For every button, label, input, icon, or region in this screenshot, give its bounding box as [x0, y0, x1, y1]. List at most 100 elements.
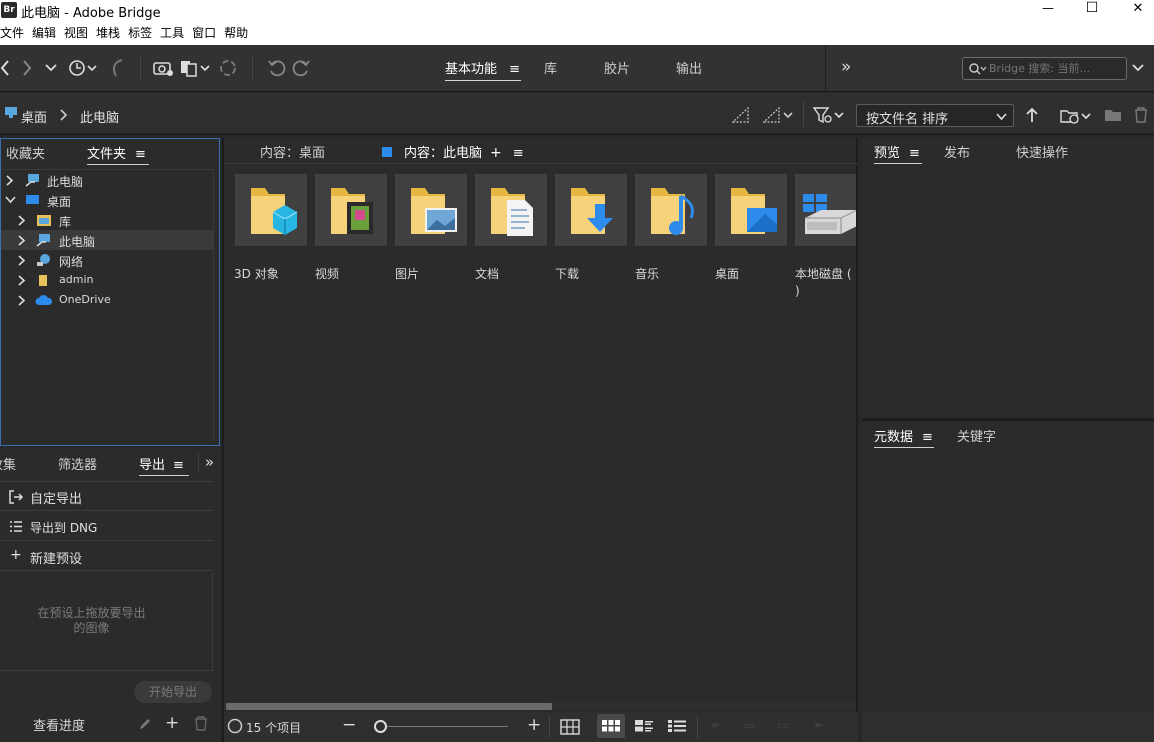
thumbnail-desktop[interactable]: [715, 174, 787, 246]
tree-item-this-pc-selected[interactable]: 此电脑: [1, 230, 214, 250]
tab-filter[interactable]: 筛选器: [58, 454, 97, 473]
export-item-dng[interactable]: 导出到 DNG: [0, 512, 213, 541]
chevron-right-icon[interactable]: [6, 175, 14, 186]
chevron-right-icon[interactable]: [18, 235, 26, 246]
tab-preview[interactable]: 预览 ≡: [874, 142, 922, 164]
view-progress-link[interactable]: 查看进度: [33, 715, 85, 734]
details-view-icon[interactable]: [635, 720, 653, 732]
tree-item-admin[interactable]: admin: [1, 270, 214, 290]
tree-item-network[interactable]: 网络: [1, 250, 214, 270]
chevron-right-icon[interactable]: [18, 215, 26, 226]
chevron-right-icon[interactable]: [18, 275, 26, 286]
export-item-new-preset[interactable]: + 新建预设: [0, 542, 213, 571]
filter-icon[interactable]: [813, 106, 847, 124]
tree-item-onedrive[interactable]: OneDrive: [1, 290, 214, 310]
start-export-button[interactable]: 开始导出: [134, 681, 212, 703]
hamburger-menu-icon[interactable]: ≡: [173, 458, 184, 473]
menu-stack[interactable]: 堆栈: [96, 22, 126, 45]
tab-publish[interactable]: 发布: [944, 142, 970, 161]
sort-ascending-icon[interactable]: [1025, 107, 1039, 123]
hamburger-menu-icon[interactable]: ≡: [909, 146, 920, 161]
search-dropdown-icon[interactable]: [1132, 64, 1144, 73]
tree-item-library[interactable]: 库: [1, 210, 214, 230]
hamburger-menu-icon[interactable]: ≡: [135, 147, 146, 162]
zoom-in-icon[interactable]: +: [527, 715, 541, 735]
thumbnail-size-slider[interactable]: [374, 720, 514, 733]
slider-knob[interactable]: [374, 720, 387, 733]
add-icon[interactable]: +: [165, 713, 179, 733]
more-panels-icon[interactable]: »: [198, 453, 220, 473]
thumbnail-downloads[interactable]: [555, 174, 627, 246]
camera-import-icon[interactable]: [153, 59, 175, 77]
tab-content-desktop[interactable]: 内容：桌面: [260, 142, 325, 161]
workspace-tab-filmstrip[interactable]: 胶片: [604, 58, 630, 77]
workspace-tab-libraries[interactable]: 库: [544, 58, 557, 77]
quality-thumbnails-icon[interactable]: [732, 107, 750, 123]
export-item-custom[interactable]: 自定导出: [0, 482, 213, 511]
refine-icon[interactable]: [180, 58, 214, 78]
tab-folders[interactable]: 文件夹 ≡: [87, 143, 149, 165]
edit-icon[interactable]: [138, 717, 152, 731]
rating-filter-icon[interactable]: [763, 107, 795, 123]
search-input[interactable]: [989, 60, 1114, 77]
chevron-right-icon[interactable]: [18, 295, 26, 306]
forward-icon[interactable]: [22, 59, 32, 77]
get-photos-icon[interactable]: [219, 59, 237, 77]
close-button[interactable]: ✕: [1130, 1, 1146, 16]
tab-metadata[interactable]: 元数据 ≡: [874, 426, 934, 448]
menu-file[interactable]: 文件: [0, 22, 30, 45]
workspace-tab-output[interactable]: 输出: [676, 58, 702, 77]
thumbnail-pictures[interactable]: [395, 174, 467, 246]
tab-favorites[interactable]: 收藏夹: [6, 143, 45, 162]
sort-dropdown[interactable]: 按文件名 排序: [856, 104, 1014, 127]
export-drop-zone[interactable]: 在预设上拖放要导出 的图像: [0, 572, 213, 671]
hamburger-menu-icon[interactable]: ≡: [513, 146, 524, 161]
menu-view[interactable]: 视图: [64, 22, 94, 45]
add-tab-icon[interactable]: +: [490, 145, 502, 161]
menu-window[interactable]: 窗口: [192, 22, 222, 45]
lock-grid-icon[interactable]: [560, 719, 580, 735]
thumbnail-videos[interactable]: [315, 174, 387, 246]
horizontal-scrollbar[interactable]: [224, 702, 856, 710]
hamburger-menu-icon[interactable]: ≡: [509, 62, 520, 77]
boomerang-icon[interactable]: [108, 58, 126, 78]
delete-icon[interactable]: [1133, 106, 1149, 124]
new-folder-icon[interactable]: [1104, 108, 1122, 122]
tree-item-desktop[interactable]: 桌面: [1, 190, 214, 210]
breadcrumb-desktop[interactable]: 桌面: [21, 107, 47, 126]
minimize-button[interactable]: —: [1040, 1, 1056, 15]
menu-help[interactable]: 帮助: [224, 22, 254, 45]
open-recent-folder-icon[interactable]: [1060, 107, 1094, 125]
menu-tools[interactable]: 工具: [160, 22, 190, 45]
maximize-button[interactable]: ☐: [1084, 0, 1100, 16]
recent-history-icon[interactable]: [68, 58, 98, 78]
chevron-down-icon[interactable]: [45, 63, 57, 73]
workspace-tab-essentials[interactable]: 基本功能 ≡: [445, 58, 521, 81]
thumbnail-local-disk[interactable]: [795, 174, 856, 246]
tab-keywords[interactable]: 关键字: [957, 426, 996, 445]
hamburger-menu-icon[interactable]: ≡: [922, 430, 933, 445]
tab-content-this-pc[interactable]: 内容：此电脑 + ≡: [382, 142, 524, 164]
menu-label[interactable]: 标签: [128, 22, 158, 45]
thumbnail-documents[interactable]: [475, 174, 547, 246]
back-icon[interactable]: [0, 59, 10, 77]
tree-item-this-pc[interactable]: 此电脑: [1, 170, 214, 190]
view-thumbnails-button[interactable]: [597, 714, 625, 738]
scrollbar-thumb[interactable]: [226, 703, 552, 710]
rotate-right-icon[interactable]: [291, 58, 311, 78]
chevron-down-icon[interactable]: [5, 196, 16, 204]
breadcrumb-this-pc[interactable]: 此电脑: [80, 107, 119, 126]
chevron-right-icon[interactable]: [18, 255, 26, 266]
tab-quick-actions[interactable]: 快速操作: [1016, 142, 1068, 161]
search-box[interactable]: [962, 57, 1127, 80]
zoom-out-icon[interactable]: −: [342, 715, 356, 735]
menu-edit[interactable]: 编辑: [32, 22, 62, 45]
thumbnail-music[interactable]: [635, 174, 707, 246]
more-workspaces-icon[interactable]: »: [841, 57, 851, 77]
tab-collections[interactable]: 收集: [0, 454, 16, 473]
thumbnail-3d-objects[interactable]: [235, 174, 307, 246]
delete-icon[interactable]: [194, 715, 208, 731]
tab-export[interactable]: 导出 ≡: [139, 454, 189, 476]
rotate-left-icon[interactable]: [267, 58, 287, 78]
list-view-icon[interactable]: [668, 720, 686, 732]
